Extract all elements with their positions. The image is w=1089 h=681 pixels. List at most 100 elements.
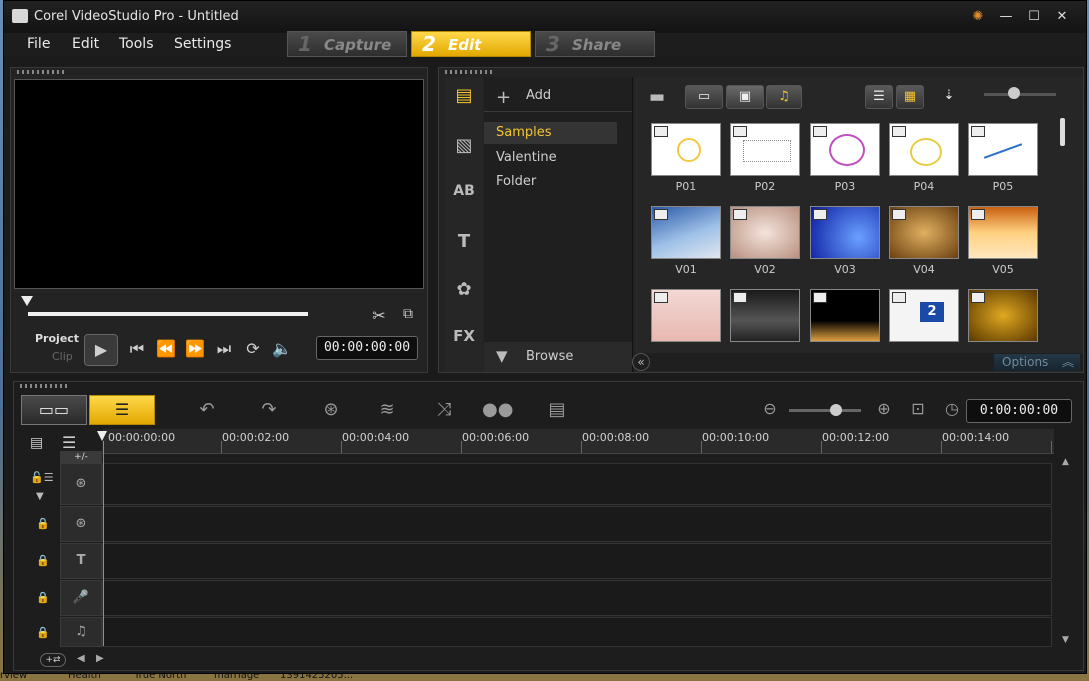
open-folder-icon[interactable]: ▬: [649, 87, 665, 107]
storyboard-view-button[interactable]: ▭▭: [21, 395, 87, 425]
media-icon[interactable]: ▤: [445, 85, 483, 106]
thumbnail-row3-5[interactable]: [968, 289, 1038, 342]
thumbnail-v02[interactable]: [730, 206, 800, 259]
clip-mode-label[interactable]: Clip: [52, 350, 73, 363]
zoom-out-icon[interactable]: ⊖: [755, 399, 785, 418]
scroll-up-icon[interactable]: ▲: [1062, 457, 1069, 467]
folder-folder[interactable]: Folder: [496, 174, 536, 189]
thumbnail-p02[interactable]: [730, 123, 800, 176]
subtitle-editor-icon[interactable]: ▤: [542, 399, 572, 420]
title-track-header[interactable]: T: [60, 543, 102, 579]
thumbnail-v01[interactable]: [651, 206, 721, 259]
lock-icon[interactable]: 🔒: [36, 591, 50, 604]
show-audio-button[interactable]: ♫: [766, 85, 802, 109]
text-t-icon[interactable]: T: [445, 231, 483, 252]
zoom-slider-knob[interactable]: [830, 404, 842, 416]
zoom-in-icon[interactable]: ⊕: [869, 399, 899, 418]
project-mode-label[interactable]: Project: [35, 332, 79, 345]
panel-grip[interactable]: [17, 70, 67, 74]
minimize-button[interactable]: —: [996, 9, 1016, 24]
sound-mixer-icon[interactable]: ≋: [372, 399, 402, 420]
title-track[interactable]: [102, 543, 1052, 579]
options-button[interactable]: Options ︽: [994, 354, 1080, 371]
show-photos-button[interactable]: ▣: [726, 85, 764, 109]
scrub-handle[interactable]: [21, 296, 33, 306]
thumbnail-row3-4[interactable]: 2: [889, 289, 959, 342]
menu-edit[interactable]: Edit: [72, 36, 99, 52]
next-frame-button[interactable]: ⏩: [184, 339, 206, 358]
music-track-header[interactable]: ♫: [60, 617, 102, 647]
video-track[interactable]: [102, 463, 1052, 505]
voice-track[interactable]: [102, 580, 1052, 616]
tab-edit[interactable]: 2 Edit: [411, 31, 531, 57]
video-track-header[interactable]: ⊛: [60, 463, 102, 505]
thumbnail-p04[interactable]: [889, 123, 959, 176]
thumbnail-scrollbar[interactable]: [1060, 118, 1065, 146]
help-globe-icon[interactable]: ✺: [968, 9, 988, 24]
thumbnail-size-slider[interactable]: [984, 93, 1056, 96]
record-capture-icon[interactable]: ⊛: [316, 399, 346, 420]
undo-icon[interactable]: ↶: [192, 399, 222, 420]
track-manager-icon[interactable]: ▤: [30, 435, 43, 451]
add-folder-button[interactable]: Add: [526, 88, 551, 103]
expand-tracks-icon[interactable]: ▼: [36, 491, 44, 502]
scroll-left-icon[interactable]: ◀: [77, 653, 85, 664]
browse-icon[interactable]: ▼: [496, 347, 508, 365]
scroll-down-icon[interactable]: ▼: [1062, 635, 1069, 645]
list-view-button[interactable]: ☰: [865, 85, 893, 109]
thumbnail-v03[interactable]: [810, 206, 880, 259]
add-remove-track-control[interactable]: +/-: [60, 451, 102, 463]
motion-tracking-icon[interactable]: ●●: [482, 399, 513, 420]
timeline-timecode[interactable]: 0:00:00:00: [966, 399, 1072, 423]
panel-grip[interactable]: [20, 384, 70, 388]
lock-icon[interactable]: 🔒: [36, 626, 50, 639]
add-plus-icon[interactable]: +: [496, 87, 511, 108]
sort-icon[interactable]: ⇣: [937, 85, 961, 109]
volume-icon[interactable]: 🔈: [271, 339, 293, 358]
folder-valentine[interactable]: Valentine: [496, 150, 557, 165]
music-track[interactable]: [102, 617, 1052, 647]
show-videos-button[interactable]: ▭: [685, 85, 723, 109]
thumbnail-p03[interactable]: [810, 123, 880, 176]
maximize-button[interactable]: ☐: [1024, 9, 1044, 24]
thumbnail-view-button[interactable]: ▦: [896, 85, 924, 109]
menu-settings[interactable]: Settings: [174, 36, 231, 52]
repeat-icon[interactable]: ⟳: [242, 339, 264, 358]
zoom-slider[interactable]: [789, 409, 861, 412]
lock-icon[interactable]: 🔒: [36, 517, 50, 530]
duration-clock-icon[interactable]: ◷: [937, 399, 967, 418]
panel-grip[interactable]: [445, 70, 495, 74]
tab-share[interactable]: 3 Share: [535, 31, 655, 57]
timeline-view-button[interactable]: ☰: [89, 395, 155, 425]
play-button[interactable]: ▶: [84, 334, 118, 366]
chapter-list-icon[interactable]: ☰: [62, 433, 76, 452]
slider-knob[interactable]: [1008, 87, 1020, 99]
menu-file[interactable]: File: [27, 36, 50, 52]
overlay-track[interactable]: [102, 506, 1052, 542]
fit-project-icon[interactable]: ⊡: [903, 399, 933, 418]
transition-icon[interactable]: ▧: [445, 135, 483, 156]
lock-all-icon[interactable]: 🔓☰: [30, 471, 54, 484]
filter-fx-icon[interactable]: FX: [445, 327, 483, 345]
collapse-left-icon[interactable]: «: [632, 353, 650, 371]
enlarge-icon[interactable]: ⧉: [399, 306, 417, 322]
scroll-right-icon[interactable]: ▶: [96, 653, 104, 664]
thumbnail-v04[interactable]: [889, 206, 959, 259]
voice-track-header[interactable]: 🎤: [60, 580, 102, 616]
graphic-icon[interactable]: ✿: [445, 279, 483, 300]
browse-button[interactable]: Browse: [526, 349, 573, 364]
player-timecode[interactable]: 00:00:00:00: [316, 336, 418, 360]
scissors-icon[interactable]: ✂: [370, 306, 388, 325]
thumbnail-p01[interactable]: [651, 123, 721, 176]
previous-frame-button[interactable]: ⏪: [155, 339, 177, 358]
folder-samples[interactable]: Samples: [484, 122, 617, 144]
menu-tools[interactable]: Tools: [119, 36, 154, 52]
tab-capture[interactable]: 1 Capture: [287, 31, 407, 57]
lock-icon[interactable]: 🔒: [36, 554, 50, 567]
overlay-track-header[interactable]: ⊛: [60, 506, 102, 542]
close-button[interactable]: ✕: [1052, 9, 1072, 24]
auto-music-icon[interactable]: ⤨: [429, 399, 459, 420]
scrub-bar[interactable]: [28, 312, 308, 316]
home-button[interactable]: ⏮: [126, 339, 148, 359]
thumbnail-row3-1[interactable]: [651, 289, 721, 342]
